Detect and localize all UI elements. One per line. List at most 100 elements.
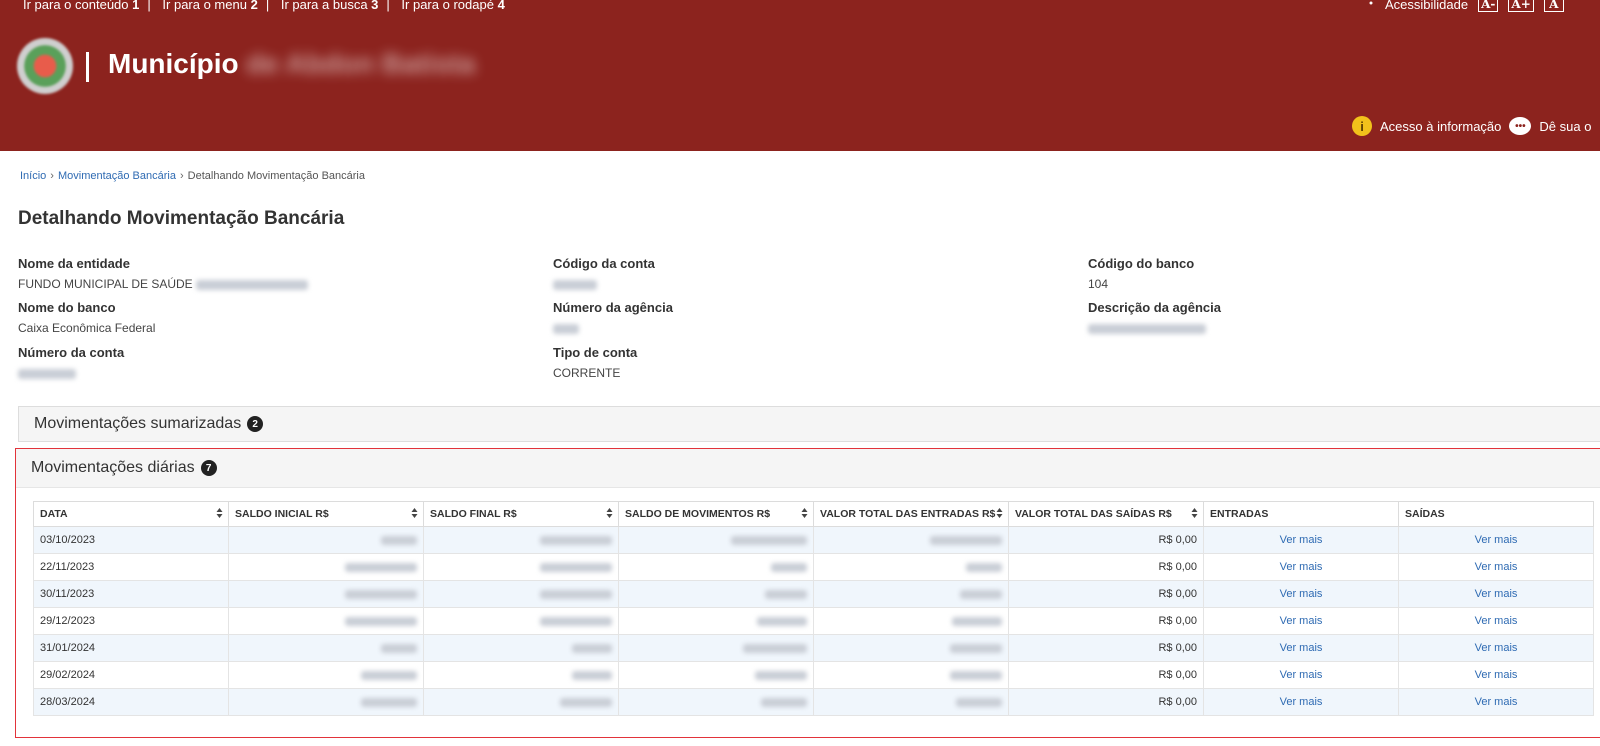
exits-view-more-link[interactable]: Ver mais (1398, 526, 1594, 554)
redacted-value (560, 697, 612, 707)
font-increase-button[interactable]: A+ (1508, 0, 1534, 12)
column-header[interactable]: VALOR TOTAL DAS SAÍDAS R$ (1008, 501, 1204, 527)
entries-view-more-link[interactable]: Ver mais (1203, 634, 1399, 662)
daily-movements-table: DATA SALDO INICIAL R$ SALDO FINAL R$ SALDO … (33, 501, 1594, 716)
sort-icon[interactable] (996, 507, 1003, 519)
redacted-amount-cell (618, 688, 814, 716)
table-header-row: DATA SALDO INICIAL R$ SALDO FINAL R$ SALDO … (33, 501, 1594, 527)
sort-icon[interactable] (801, 507, 808, 519)
date-cell: 30/11/2023 (33, 580, 229, 608)
redacted-value (950, 643, 1002, 653)
table-row: 22/11/2023 R$ 0,00 Ver mais Ver mais (33, 553, 1594, 581)
font-reset-button[interactable]: A (1543, 0, 1564, 12)
redacted-value (761, 697, 807, 707)
redacted-value (765, 589, 807, 599)
site-title[interactable]: Município (108, 48, 239, 80)
info-icon: i (1352, 116, 1372, 136)
column-header-label: SALDO DE MOVIMENTOS R$ (625, 508, 771, 520)
column-header-label: SALDO INICIAL R$ (235, 508, 329, 520)
accessibility-icon (1369, 1, 1373, 5)
entries-view-more-link[interactable]: Ver mais (1203, 553, 1399, 581)
font-decrease-button[interactable]: A- (1478, 0, 1499, 12)
redacted-amount-cell (618, 526, 814, 554)
skip-link-content[interactable]: Ir para o conteúdo 1 (23, 0, 139, 12)
column-header-label: SAÍDAS (1405, 508, 1445, 520)
accessibility-label[interactable]: Acessibilidade (1385, 0, 1468, 12)
field-bank-name: Nome do banco Caixa Econômica Federal (18, 300, 155, 335)
exits-view-more-link[interactable]: Ver mais (1398, 634, 1594, 662)
column-header[interactable]: SALDO DE MOVIMENTOS R$ (618, 501, 814, 527)
agency-desc-label: Descrição da agência (1088, 300, 1221, 315)
skip-link-search[interactable]: Ir para a busca 3 (281, 0, 379, 12)
site-title-redacted: de Abdon Batista (246, 48, 476, 79)
municipality-logo[interactable] (17, 38, 73, 94)
exits-view-more-link[interactable]: Ver mais (1398, 553, 1594, 581)
redacted-value (540, 535, 612, 545)
breadcrumb-home[interactable]: Início (20, 170, 46, 182)
redacted-value (1088, 323, 1206, 334)
chevron-right-icon: › (50, 170, 54, 182)
column-header: ENTRADAS (1203, 501, 1399, 527)
column-header[interactable]: SALDO INICIAL R$ (228, 501, 424, 527)
redacted-value (381, 535, 417, 545)
breadcrumb: Início › Movimentação Bancária › Detalhando … (20, 170, 365, 182)
skip-link-menu[interactable]: Ir para o menu 2 (162, 0, 257, 12)
redacted-value (540, 616, 612, 626)
entries-view-more-link[interactable]: Ver mais (1203, 526, 1399, 554)
exits-view-more-link[interactable]: Ver mais (1398, 661, 1594, 689)
redacted-value (553, 279, 597, 290)
redacted-amount-cell (228, 553, 424, 581)
account-code-label: Código da conta (553, 256, 655, 271)
redacted-value (572, 643, 612, 653)
redacted-value (771, 562, 807, 572)
table-row: 29/12/2023 R$ 0,00 Ver mais Ver mais (33, 607, 1594, 635)
redacted-amount-cell (228, 580, 424, 608)
page-title: Detalhando Movimentação Bancária (18, 208, 345, 229)
daily-panel-header[interactable]: Movimentações diárias 7 (16, 449, 1600, 488)
exits-view-more-link[interactable]: Ver mais (1398, 688, 1594, 716)
entries-view-more-link[interactable]: Ver mais (1203, 688, 1399, 716)
access-info-link[interactable]: Acesso à informação (1380, 119, 1501, 134)
exits-total-cell: R$ 0,00 (1008, 688, 1204, 716)
redacted-amount-cell (618, 553, 814, 581)
column-header[interactable]: VALOR TOTAL DAS ENTRADAS R$ (813, 501, 1009, 527)
feedback-link[interactable]: Dê sua o (1539, 119, 1591, 134)
redacted-amount-cell (228, 526, 424, 554)
summarized-panel[interactable]: Movimentações sumarizadas 2 (18, 406, 1600, 442)
exits-view-more-link[interactable]: Ver mais (1398, 580, 1594, 608)
redacted-value (743, 643, 807, 653)
breadcrumb-parent[interactable]: Movimentação Bancária (58, 170, 176, 182)
field-agency-desc: Descrição da agência (1088, 300, 1221, 335)
date-cell: 29/12/2023 (33, 607, 229, 635)
bank-name-label: Nome do banco (18, 300, 116, 315)
column-header-label: ENTRADAS (1210, 508, 1269, 520)
column-header[interactable]: SALDO FINAL R$ (423, 501, 619, 527)
redacted-value (345, 562, 417, 572)
redacted-amount-cell (618, 634, 814, 662)
redacted-value (572, 670, 612, 680)
field-entity: Nome da entidade FUNDO MUNICIPAL DE SAÚD… (18, 256, 309, 291)
bank-name-value: Caixa Econômica Federal (18, 321, 156, 335)
field-account-number: Número da conta (18, 345, 124, 380)
entries-view-more-link[interactable]: Ver mais (1203, 580, 1399, 608)
column-header: SAÍDAS (1398, 501, 1594, 527)
chat-icon: ••• (1509, 117, 1532, 135)
redacted-value (956, 697, 1002, 707)
daily-panel-title: Movimentações diárias (31, 459, 195, 476)
skip-link-footer[interactable]: Ir para o rodapé 4 (401, 0, 504, 12)
redacted-value (540, 589, 612, 599)
exits-total-cell: R$ 0,00 (1008, 526, 1204, 554)
sort-icon[interactable] (606, 507, 613, 519)
exits-view-more-link[interactable]: Ver mais (1398, 607, 1594, 635)
redacted-value (381, 643, 417, 653)
sort-icon[interactable] (411, 507, 418, 519)
redacted-value (960, 589, 1002, 599)
redacted-amount-cell (813, 688, 1009, 716)
entries-view-more-link[interactable]: Ver mais (1203, 661, 1399, 689)
sort-icon[interactable] (1191, 507, 1198, 519)
summarized-count-badge: 2 (247, 416, 264, 432)
redacted-amount-cell (813, 634, 1009, 662)
sort-icon[interactable] (216, 507, 223, 519)
column-header[interactable]: DATA (33, 501, 229, 527)
entries-view-more-link[interactable]: Ver mais (1203, 607, 1399, 635)
